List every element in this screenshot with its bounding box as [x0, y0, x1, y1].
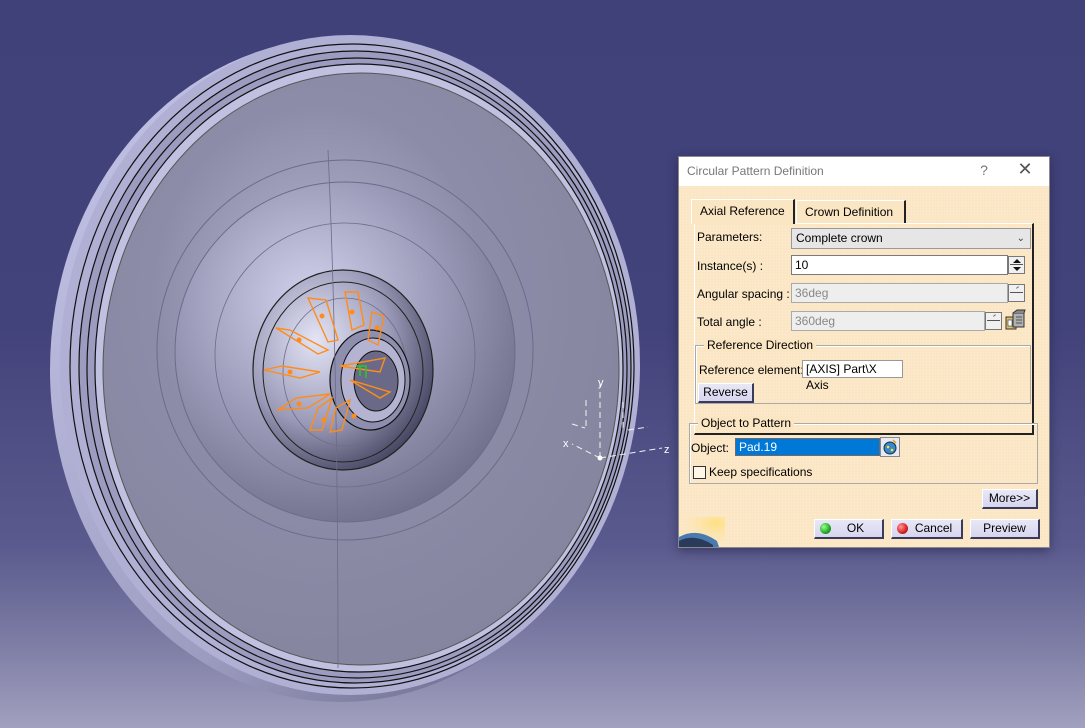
- cancel-button[interactable]: Cancel: [891, 519, 963, 539]
- parameters-label: Parameters:: [697, 230, 763, 244]
- keep-specifications-checkbox[interactable]: [693, 466, 706, 479]
- catia-logo-icon: [679, 517, 725, 547]
- ok-button[interactable]: OK: [814, 519, 884, 539]
- instances-spinner[interactable]: [1008, 256, 1025, 274]
- reverse-button[interactable]: Reverse: [698, 383, 754, 403]
- object-to-pattern-legend: Object to Pattern: [698, 416, 795, 430]
- instances-input[interactable]: 10: [791, 255, 1008, 275]
- total-angle-spinner[interactable]: [985, 312, 1002, 330]
- keep-specifications-label: Keep specifications: [709, 465, 813, 479]
- tab-crown-definition[interactable]: Crown Definition: [796, 200, 906, 223]
- help-icon[interactable]: ?: [977, 162, 991, 178]
- tab-axial-reference[interactable]: Axial Reference: [691, 199, 795, 224]
- object-label: Object:: [691, 441, 730, 455]
- dialog-body: Axial Reference Crown Definition Paramet…: [679, 186, 1049, 547]
- preview-button[interactable]: Preview: [970, 519, 1040, 539]
- total-angle-input[interactable]: 360deg: [791, 311, 985, 331]
- more-button[interactable]: More>>: [982, 489, 1038, 509]
- wheel-body: [50, 35, 640, 702]
- circular-pattern-dialog: Circular Pattern Definition ? ✕ Axial Re…: [678, 156, 1050, 548]
- axis-label-x: x: [563, 438, 569, 450]
- axis-label-y: y: [598, 377, 604, 389]
- angular-spacing-spinner[interactable]: [1008, 284, 1025, 302]
- object-selector-icon[interactable]: [880, 437, 900, 457]
- angular-spacing-input[interactable]: 36deg: [791, 283, 1008, 303]
- instances-label: Instance(s) :: [697, 259, 764, 273]
- reference-direction-group: Reference Direction Reference element: […: [695, 338, 1031, 404]
- parameters-value: Complete crown: [796, 231, 883, 245]
- ok-status-icon: [820, 523, 831, 534]
- parameters-dropdown[interactable]: Complete crown ⌄: [791, 228, 1031, 249]
- axial-reference-panel: Parameters: Complete crown ⌄ Instance(s)…: [694, 223, 1034, 435]
- law-editor-icon[interactable]: [1004, 309, 1026, 331]
- close-icon[interactable]: ✕: [1015, 159, 1035, 180]
- dialog-titlebar[interactable]: Circular Pattern Definition ? ✕: [679, 157, 1049, 186]
- ok-label: OK: [846, 521, 865, 535]
- axis-triad-origin: [597, 455, 603, 461]
- total-angle-label: Total angle :: [697, 315, 762, 329]
- angular-spacing-label: Angular spacing :: [697, 287, 790, 301]
- dialog-title: Circular Pattern Definition: [687, 164, 824, 178]
- cancel-status-icon: [897, 523, 908, 534]
- object-to-pattern-group: Object to Pattern Object: Pad.19 Keep sp…: [689, 416, 1038, 484]
- reference-element-input[interactable]: [AXIS] Part\X Axis: [802, 360, 903, 392]
- cancel-label: Cancel: [914, 521, 953, 535]
- reference-element-label: Reference element:: [699, 363, 804, 377]
- object-input[interactable]: Pad.19: [735, 438, 880, 456]
- chevron-down-icon: ⌄: [1016, 233, 1025, 244]
- axis-label-z: z: [664, 444, 670, 456]
- reference-direction-legend: Reference Direction: [704, 338, 817, 352]
